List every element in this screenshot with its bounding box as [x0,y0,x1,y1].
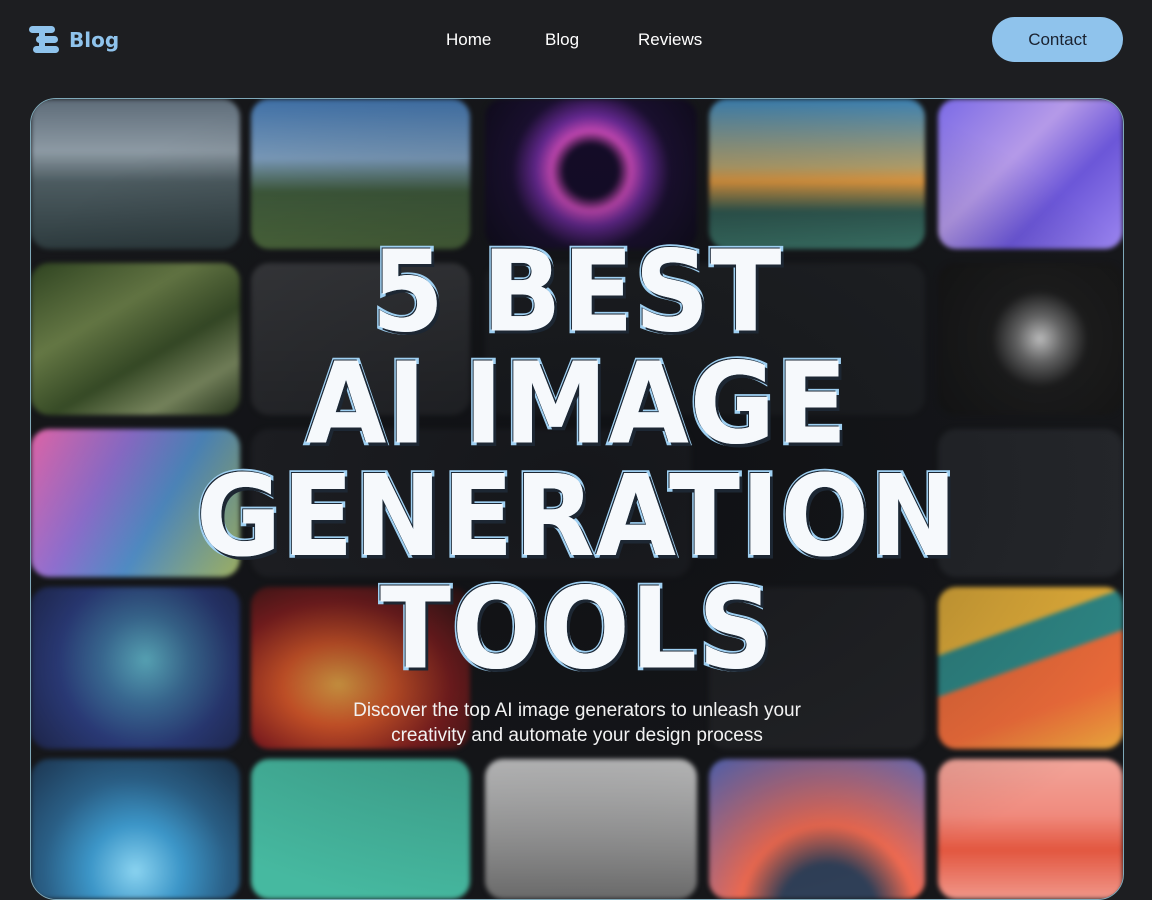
headline-line: 5 BEST [369,226,784,358]
nav-link-blog[interactable]: Blog [545,30,579,50]
headline-line: GENERATION [193,450,959,583]
top-navigation: Blog Home Blog Reviews Contact [0,0,1152,84]
hero-banner: 5 BEST AI IMAGE GENERATION TOOLS Discove… [30,98,1124,900]
nav-link-reviews[interactable]: Reviews [638,30,702,50]
hero-headline: 5 BEST AI IMAGE GENERATION TOOLS [31,226,1123,695]
hero-subtitle: Discover the top AI image generators to … [31,698,1123,748]
nav-link-home[interactable]: Home [446,30,491,50]
nav-links: Home Blog Reviews [0,30,1152,54]
headline-line: AI IMAGE [303,338,849,471]
contact-button[interactable]: Contact [992,17,1123,62]
subtitle-line: creativity and automate your design proc… [391,725,763,746]
subtitle-line: Discover the top AI image generators to … [353,700,801,721]
headline-line: TOOLS [378,563,776,695]
